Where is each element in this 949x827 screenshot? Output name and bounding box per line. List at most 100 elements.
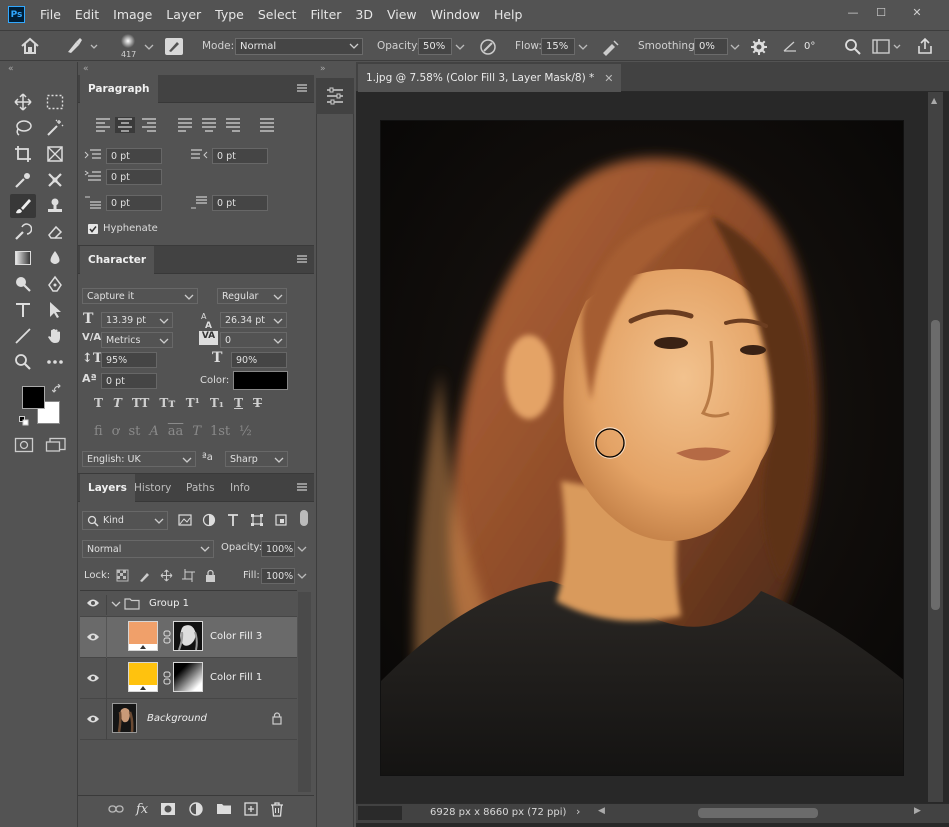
magic-wand-icon[interactable]	[42, 116, 68, 140]
tab-paths[interactable]: Paths	[178, 474, 223, 502]
more-tools-icon[interactable]	[42, 350, 68, 374]
faux-italic-button[interactable]: T	[113, 396, 122, 410]
path-selection-icon[interactable]	[42, 298, 68, 322]
adjustment-filter-icon[interactable]	[202, 513, 216, 527]
flow-field[interactable]: 15%	[541, 38, 575, 55]
lock-position-icon[interactable]	[160, 569, 173, 582]
brush-tool-icon[interactable]	[10, 194, 36, 218]
canvas-image[interactable]	[380, 120, 904, 776]
eye-icon[interactable]	[86, 673, 100, 683]
ligatures-button[interactable]: fi	[94, 424, 103, 439]
brush-settings-icon[interactable]	[165, 38, 183, 55]
expand-icon[interactable]: »	[320, 64, 326, 74]
gradient-mask-thumbnail[interactable]	[173, 662, 203, 692]
quick-mask-icon[interactable]	[14, 437, 34, 453]
crop-tool-icon[interactable]	[10, 142, 36, 166]
collapse-icon[interactable]: «	[8, 64, 14, 74]
tab-paragraph[interactable]: Paragraph	[80, 75, 158, 103]
background-thumbnail[interactable]	[112, 703, 137, 733]
panel-menu-icon[interactable]	[296, 83, 308, 93]
search-icon[interactable]	[844, 38, 862, 56]
close-button[interactable]: ✕	[902, 2, 932, 22]
restore-button[interactable]: ☐	[866, 2, 896, 22]
menu-type[interactable]: Type	[208, 7, 251, 22]
lock-artboard-icon[interactable]	[182, 569, 195, 582]
foreground-color-swatch[interactable]	[22, 386, 45, 409]
layer-mask-thumbnail[interactable]	[173, 621, 203, 651]
smart-object-filter-icon[interactable]	[274, 513, 288, 527]
fractions-button[interactable]: ½	[239, 424, 252, 439]
smoothing-field[interactable]: 0%	[694, 38, 728, 55]
share-icon[interactable]	[916, 37, 934, 55]
frame-tool-icon[interactable]	[42, 142, 68, 166]
brush-preset-icon[interactable]	[64, 37, 98, 55]
new-layer-icon[interactable]	[244, 802, 258, 816]
shape-filter-icon[interactable]	[250, 513, 264, 527]
zoom-field[interactable]	[358, 806, 402, 820]
screen-mode-icon[interactable]	[45, 437, 67, 453]
menu-image[interactable]: Image	[106, 7, 159, 22]
font-style-dropdown[interactable]: Regular	[217, 288, 287, 304]
vertical-scroll-thumb[interactable]	[931, 320, 940, 610]
filter-kind-dropdown[interactable]: Kind	[82, 511, 168, 530]
fill-field[interactable]: 100%	[261, 568, 295, 584]
close-tab-icon[interactable]: ✕	[604, 72, 613, 85]
move-tool-icon[interactable]	[10, 90, 36, 114]
link-icon[interactable]	[163, 630, 171, 644]
panel-menu-icon[interactable]	[296, 254, 308, 264]
space-after-field[interactable]: 0 pt	[212, 195, 268, 211]
eye-icon[interactable]	[86, 632, 100, 642]
contextual-alternates-button[interactable]: st	[129, 424, 141, 439]
healing-brush-icon[interactable]	[42, 168, 68, 192]
stylistic-alternates-button[interactable]: aa	[168, 424, 184, 439]
language-dropdown[interactable]: English: UK	[82, 451, 196, 467]
zoom-tool-icon[interactable]	[10, 350, 36, 374]
minimize-button[interactable]: —	[838, 2, 868, 22]
faux-bold-button[interactable]: T	[94, 396, 103, 410]
hyphenate-checkbox[interactable]	[88, 224, 98, 234]
mode-dropdown[interactable]: Normal	[235, 38, 363, 55]
menu-layer[interactable]: Layer	[159, 7, 208, 22]
all-caps-button[interactable]: TT	[132, 396, 149, 410]
antialias-dropdown[interactable]: Sharp	[225, 451, 288, 467]
font-size-field[interactable]: 13.39 pt	[101, 312, 173, 328]
lock-icon[interactable]	[271, 712, 283, 725]
tab-character[interactable]: Character	[80, 246, 155, 274]
titling-alternates-button[interactable]: T	[192, 424, 201, 439]
menu-edit[interactable]: Edit	[68, 7, 106, 22]
document-tab[interactable]: 1.jpg @ 7.58% (Color Fill 3, Layer Mask/…	[358, 64, 622, 92]
menu-select[interactable]: Select	[251, 7, 304, 22]
lock-all-icon[interactable]	[204, 569, 217, 582]
lock-transparent-icon[interactable]	[116, 569, 129, 582]
discretionary-ligatures-button[interactable]: ơ	[112, 424, 120, 439]
space-before-field[interactable]: 0 pt	[106, 195, 162, 211]
indent-left-field[interactable]: 0 pt	[106, 148, 162, 164]
opacity-field[interactable]: 50%	[418, 38, 452, 55]
strikethrough-button[interactable]: T	[253, 396, 262, 410]
collapse-icon[interactable]: «	[83, 64, 89, 74]
type-tool-icon[interactable]	[10, 298, 36, 322]
small-caps-button[interactable]: Tт	[159, 396, 175, 410]
history-brush-icon[interactable]	[10, 220, 36, 244]
chevron-down-icon[interactable]	[297, 545, 307, 553]
gradient-tool-icon[interactable]	[10, 246, 36, 270]
blend-mode-dropdown[interactable]: Normal	[82, 540, 214, 558]
scroll-left-icon[interactable]: ◀	[598, 806, 605, 816]
horizontal-scroll-thumb[interactable]	[698, 808, 818, 818]
eyedropper-icon[interactable]	[10, 168, 36, 192]
stamp-tool-icon[interactable]	[42, 194, 68, 218]
brush-size-icon[interactable]	[116, 33, 140, 49]
subscript-button[interactable]: T₁	[210, 396, 224, 410]
menu-filter[interactable]: Filter	[303, 7, 348, 22]
swap-colors-icon[interactable]	[52, 384, 62, 394]
horizontal-scale-field[interactable]: 90%	[231, 352, 287, 368]
hand-tool-icon[interactable]	[42, 324, 68, 348]
eye-icon[interactable]	[86, 598, 100, 608]
add-mask-icon[interactable]	[160, 802, 176, 816]
color-fill-1-thumbnail[interactable]	[128, 662, 158, 692]
layer-row-background[interactable]: Background	[80, 699, 297, 740]
menu-window[interactable]: Window	[424, 7, 487, 22]
pen-tool-icon[interactable]	[42, 272, 68, 296]
scroll-up-icon[interactable]: ▲	[931, 96, 937, 105]
lock-pixels-icon[interactable]	[138, 569, 151, 582]
